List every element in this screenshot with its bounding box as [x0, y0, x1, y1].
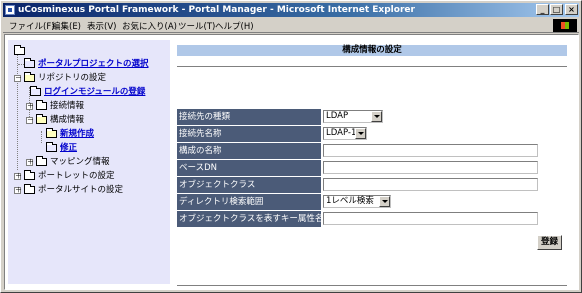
config-name-label: 構成の名称: [177, 143, 321, 159]
tree-item-label: 構成情報: [50, 115, 85, 125]
expand-icon[interactable]: ＋: [14, 187, 22, 194]
key-attribute-label: オブジェクトクラスを表すキー属性名: [177, 211, 321, 227]
form-row-connection-name: 接続先名称 LDAP-1: [177, 126, 539, 143]
connection-name-label: 接続先名称: [177, 126, 321, 142]
menu-bar: ファイル(F) 編集(E) 表示(V) お気に入り(A) ツール(T) ヘルプ(…: [3, 18, 579, 33]
menu-edit[interactable]: 編集(E): [52, 20, 81, 32]
form-row-object-class: オブジェクトクラス: [177, 177, 539, 194]
browser-window: uCosminexus Portal Framework - Portal Ma…: [0, 0, 582, 293]
tree-item-label: マッピング情報: [50, 157, 110, 167]
tree-item-label: リポジトリの設定: [38, 73, 107, 83]
base-dn-input[interactable]: [323, 161, 538, 174]
register-button[interactable]: 登録: [537, 235, 562, 250]
folder-icon: [36, 156, 47, 166]
expand-icon[interactable]: ＋: [26, 159, 34, 166]
menu-view[interactable]: 表示(V): [87, 20, 116, 32]
tree-connector: [17, 54, 18, 170]
expand-icon[interactable]: ＋: [26, 103, 34, 110]
main-panel: 構成情報の設定 接続先の種類 LDAP 接続先名称 LDAP-1 構成の名称 ベ…: [177, 35, 575, 289]
connection-type-value: LDAP: [326, 111, 349, 121]
key-attribute-input[interactable]: [323, 212, 538, 225]
page-title: 構成情報の設定: [177, 45, 567, 56]
page-content: ポータルプロジェクトの選択 － リポジトリの設定 ログインモジュールの登録 ＋ …: [4, 34, 579, 290]
search-scope-value: 1レベル検索: [326, 196, 374, 206]
windows-logo-icon: [553, 19, 577, 32]
connection-name-value: LDAP-1: [326, 128, 357, 138]
window-title: uCosminexus Portal Framework - Portal Ma…: [18, 5, 415, 15]
dropdown-arrow-icon[interactable]: [355, 128, 366, 139]
folder-icon: [24, 184, 35, 194]
dropdown-arrow-icon[interactable]: [371, 111, 382, 122]
connection-name-select[interactable]: LDAP-1: [323, 127, 367, 140]
menu-tools[interactable]: ツール(T): [178, 20, 215, 32]
folder-open-icon: [46, 128, 57, 138]
expand-icon[interactable]: ＋: [14, 173, 22, 180]
folder-open-icon: [24, 72, 35, 82]
navigation-sidebar: ポータルプロジェクトの選択 － リポジトリの設定 ログインモジュールの登録 ＋ …: [8, 40, 170, 284]
form-row-config-name: 構成の名称: [177, 143, 539, 160]
folder-icon: [24, 58, 35, 68]
tree-item-label[interactable]: ポータルプロジェクトの選択: [38, 59, 149, 70]
tree-item-label: 接続情報: [50, 101, 85, 111]
tree-connector: [41, 131, 42, 143]
object-class-label: オブジェクトクラス: [177, 177, 321, 193]
tree-item-label: ポートレットの設定: [38, 171, 115, 181]
form-row-key-attribute: オブジェクトクラスを表すキー属性名: [177, 211, 539, 228]
collapse-icon[interactable]: －: [26, 117, 34, 124]
tree-item-label[interactable]: 新規作成: [60, 129, 94, 140]
folder-icon: [36, 100, 47, 110]
connection-type-label: 接続先の種類: [177, 109, 321, 125]
form-row-connection-type: 接続先の種類 LDAP: [177, 109, 539, 126]
connection-type-select[interactable]: LDAP: [323, 110, 383, 123]
menu-favorites[interactable]: お気に入り(A): [122, 20, 177, 32]
folder-icon: [46, 142, 57, 152]
menu-file[interactable]: ファイル(F): [9, 20, 55, 32]
menu-help[interactable]: ヘルプ(H): [215, 20, 254, 32]
divider: [177, 285, 567, 286]
maximize-button[interactable]: □: [550, 4, 563, 15]
form-row-base-dn: ベースDN: [177, 160, 539, 177]
object-class-input[interactable]: [323, 178, 538, 191]
folder-open-icon: [36, 114, 47, 124]
base-dn-label: ベースDN: [177, 160, 321, 176]
tree-item-label: ポータルサイトの設定: [38, 185, 124, 195]
title-bar: uCosminexus Portal Framework - Portal Ma…: [3, 3, 579, 17]
tree-item-label[interactable]: ログインモジュールの登録: [44, 87, 145, 98]
minimize-button[interactable]: _: [536, 4, 549, 15]
tree-item-label[interactable]: 修正: [60, 143, 77, 154]
search-scope-label: ディレクトリ検索範囲: [177, 194, 321, 210]
ie-app-icon: [5, 5, 15, 15]
close-button[interactable]: ×: [565, 4, 578, 15]
folder-icon: [24, 170, 35, 180]
dropdown-arrow-icon[interactable]: [379, 196, 390, 207]
search-scope-select[interactable]: 1レベル検索: [323, 195, 391, 208]
form-row-search-scope: ディレクトリ検索範囲 1レベル検索: [177, 194, 539, 211]
config-name-input[interactable]: [323, 144, 538, 157]
folder-icon: [30, 86, 41, 96]
divider: [177, 66, 567, 67]
collapse-icon[interactable]: －: [14, 75, 22, 82]
folder-icon: [14, 45, 25, 55]
